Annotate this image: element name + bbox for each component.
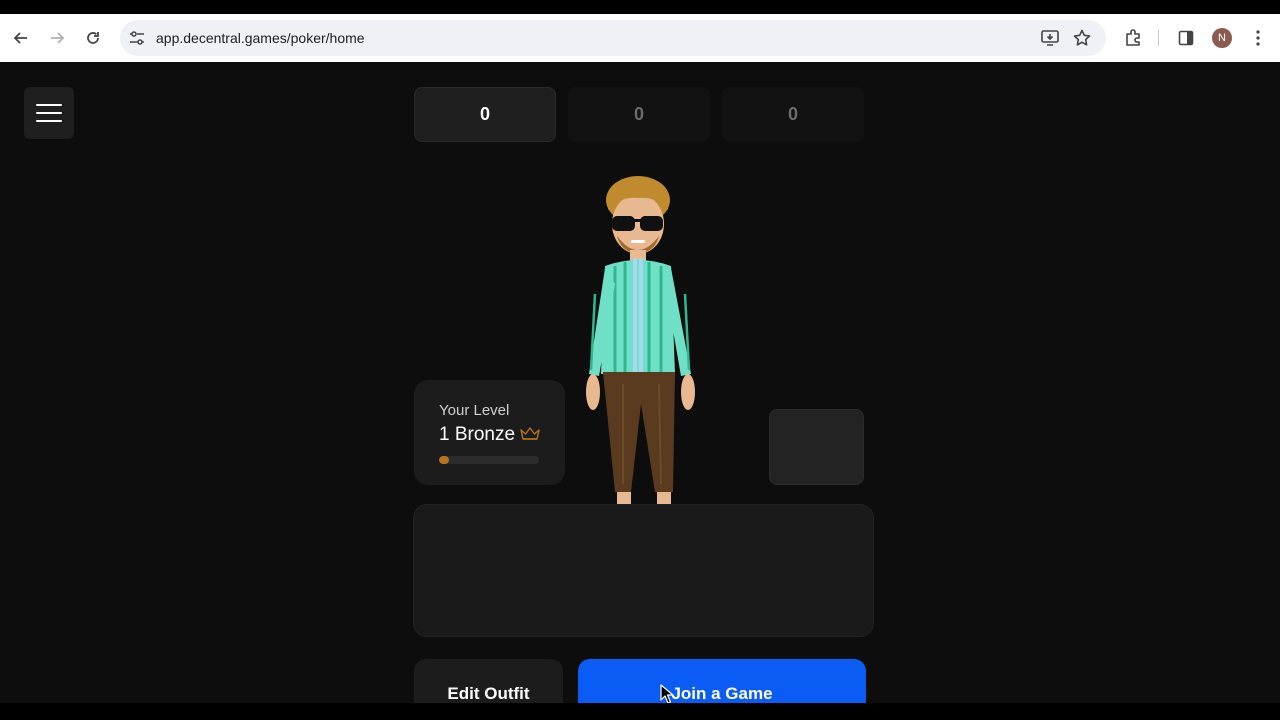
stat-box-2[interactable]: 0 <box>568 87 710 142</box>
site-settings-icon[interactable] <box>129 30 145 46</box>
profile-avatar[interactable]: N <box>1212 28 1232 48</box>
side-panel-icon[interactable] <box>1174 26 1198 50</box>
side-card[interactable] <box>769 409 864 485</box>
toolbar-divider <box>1158 30 1159 46</box>
level-progress-fill <box>439 456 449 464</box>
forward-icon[interactable] <box>45 26 69 50</box>
screen-bottom-border <box>0 703 1280 720</box>
reload-icon[interactable] <box>81 26 105 50</box>
player-avatar-image <box>586 176 695 504</box>
info-panel <box>413 504 874 637</box>
level-progress-bar <box>439 456 539 464</box>
hamburger-menu-icon[interactable] <box>24 87 74 139</box>
join-game-button[interactable]: Join a Game <box>578 659 866 703</box>
level-label: Your Level <box>439 402 510 419</box>
back-icon[interactable] <box>9 26 33 50</box>
mouse-cursor-icon <box>660 684 674 703</box>
browser-toolbar: app.decentral.games/poker/home N <box>0 14 1280 62</box>
bookmark-star-icon[interactable] <box>1070 26 1094 50</box>
poker-home-page: 0 0 0 Your Level 1 Bronze Edit Outfit Jo… <box>0 62 1280 703</box>
install-app-icon[interactable] <box>1038 26 1062 50</box>
address-bar[interactable]: app.decentral.games/poker/home <box>120 20 1106 56</box>
level-value: 1 Bronze <box>439 424 516 445</box>
edit-outfit-button[interactable]: Edit Outfit <box>414 659 563 703</box>
kebab-menu-icon[interactable] <box>1246 26 1270 50</box>
extensions-icon[interactable] <box>1121 26 1145 50</box>
screen-top-border <box>0 0 1280 14</box>
level-card[interactable]: Your Level 1 Bronze <box>414 380 565 485</box>
url-text: app.decentral.games/poker/home <box>156 30 365 46</box>
stat-box-3[interactable]: 0 <box>722 87 864 142</box>
stat-box-1[interactable]: 0 <box>414 87 556 142</box>
crown-icon <box>520 427 540 440</box>
